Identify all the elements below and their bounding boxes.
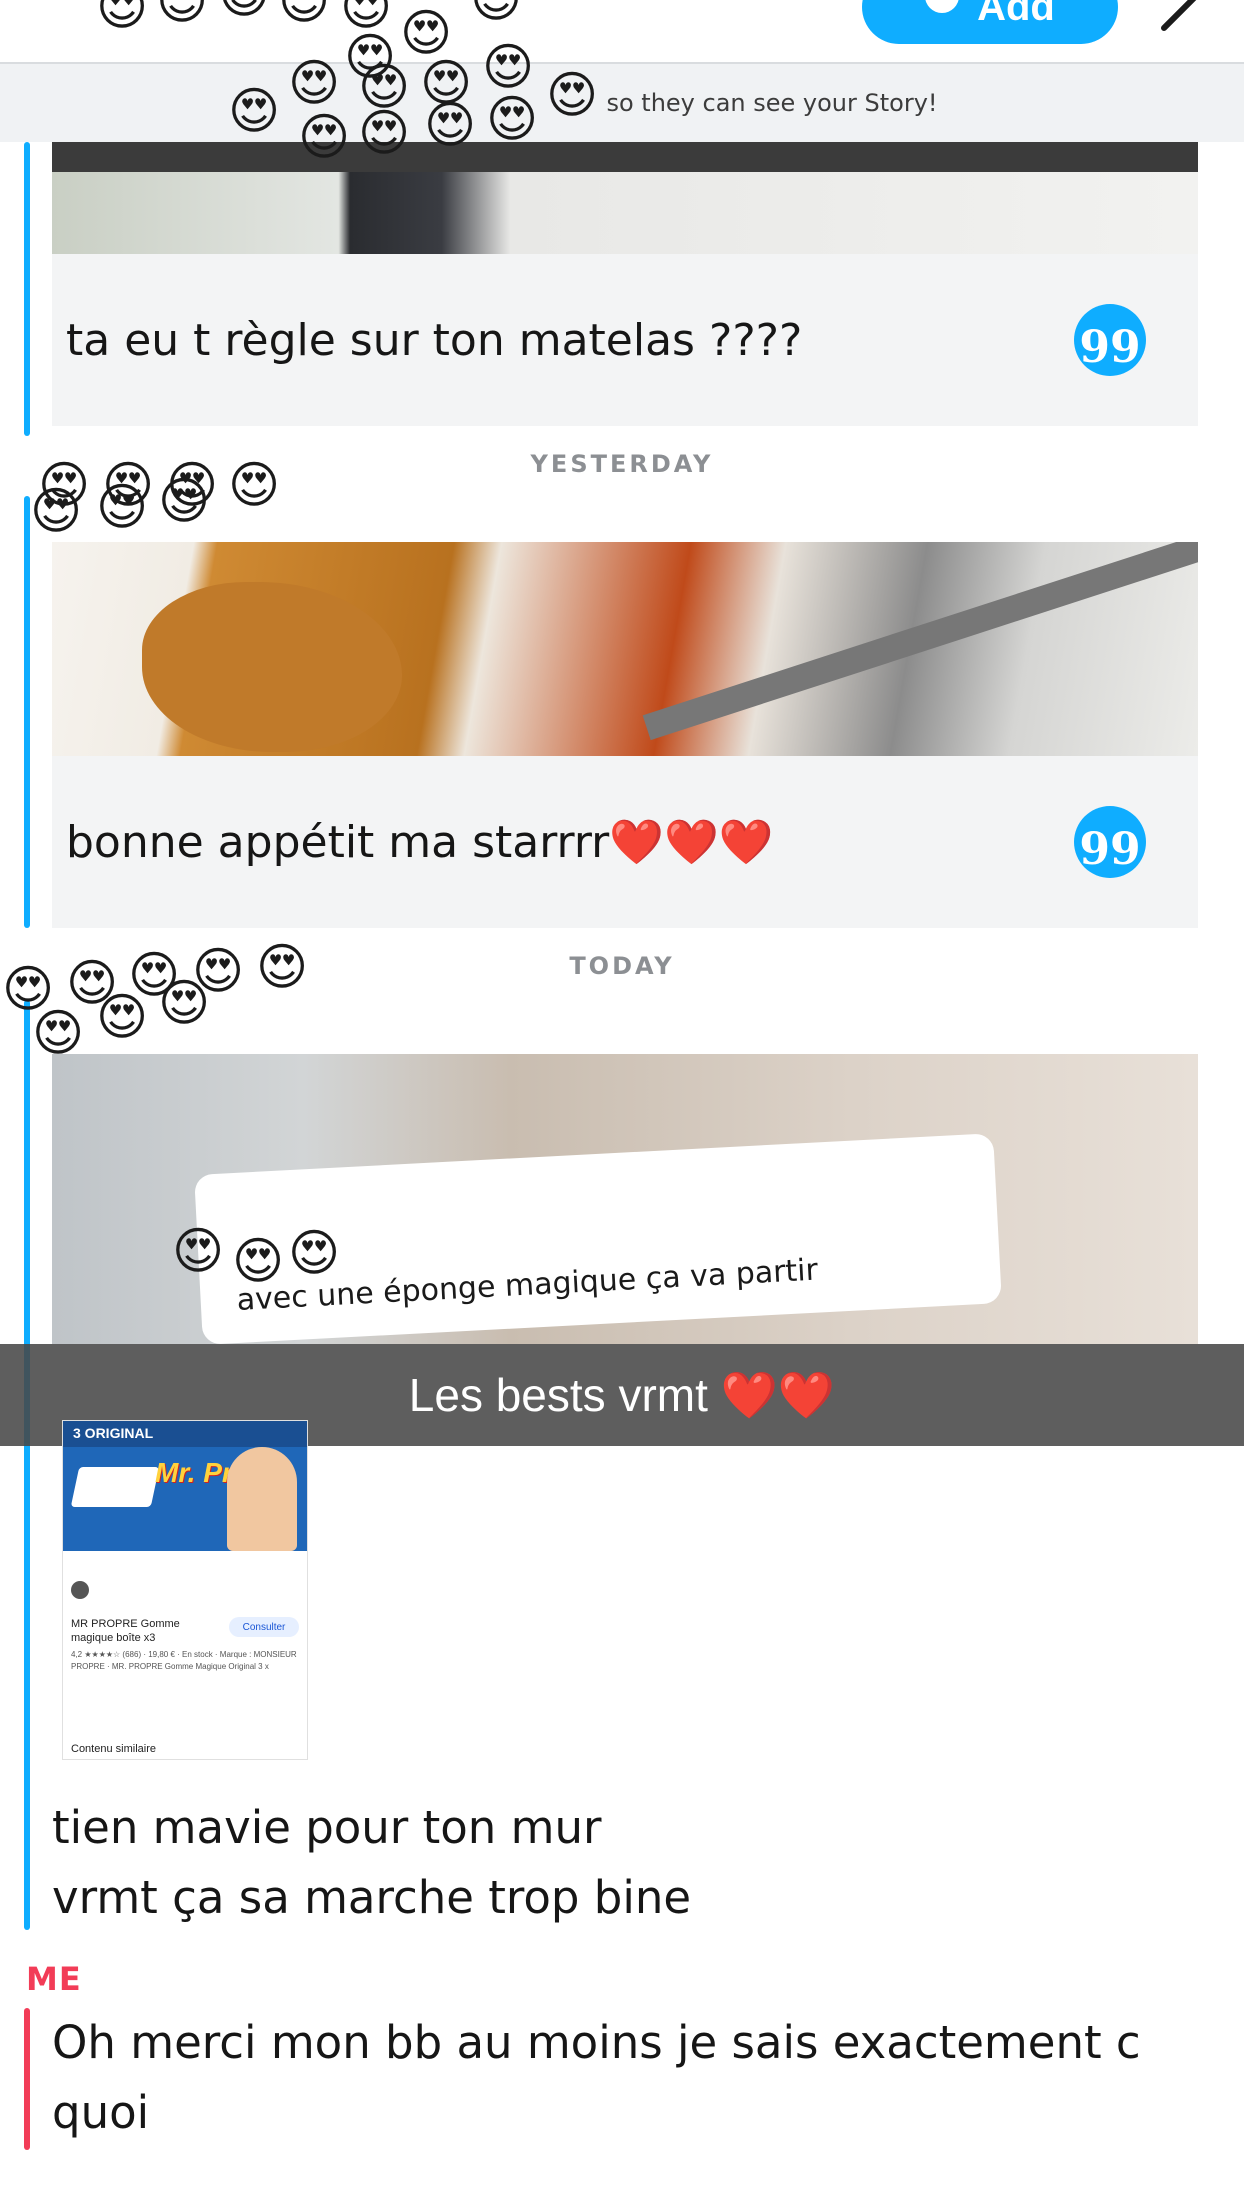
heart-eyes-emoji: 😍 [156,0,209,30]
message-line: Oh merci mon bb au moins je sais exactem… [52,2016,1141,2069]
similar-content-label: Contenu similaire [71,1743,156,1755]
heart-eyes-emoji: 😍 [32,1004,85,1062]
heart-eyes-emoji: 😍 [228,82,281,140]
sponge-shape [70,1467,160,1507]
heart-eyes-emoji: 😍 [288,54,341,112]
heart-eyes-emoji: 😍 [158,974,211,1032]
product-band-text: 3 ORIGINAL [63,1421,307,1447]
heart-eyes-emoji: 😍 [228,456,281,514]
mascot-figure [227,1447,297,1551]
message-line: quoi [52,2086,150,2139]
product-image: 3 ORIGINAL Mr. Propre [63,1421,307,1551]
heart-eyes-emoji: 😍 [172,1222,225,1280]
close-circle-icon [71,1581,89,1599]
emoji-sticker-cluster-yesterday: 😍 😍 😍 😍 😍 😍 😍 [0,460,300,560]
heart-eyes-emoji: 😍 [358,104,411,162]
heart-eyes-emoji: 😍 [158,472,211,530]
friend-thread-bar [24,142,30,436]
heart-eyes-emoji: 😍 [424,96,477,154]
product-title: MR PROPRE Gomme magique boîte x3 [71,1618,180,1644]
emoji-sticker-cluster-snap: 😍 😍 😍 [170,1226,350,1296]
chat-message-friend[interactable]: tien mavie pour ton mur vrmt ça sa march… [52,1793,691,1933]
emoji-sticker-cluster-today: 😍 😍 😍 😍 😍 😍 😍 😍 [0,942,330,1072]
heart-eyes-emoji: 😍 [288,1224,341,1282]
overlay-caption-text: Les bests vrmt ❤️❤️ [408,1368,836,1421]
quote-reply-icon[interactable]: 99 [1074,806,1146,878]
reply-message-2[interactable]: bonne appétit ma starrrr❤️❤️❤️ 99 [52,756,1198,928]
heart-eyes-emoji: 😍 [400,4,453,62]
heart-eyes-emoji: 😍 [218,0,270,20]
pencil-icon[interactable] [1158,0,1210,36]
heart-eyes-emoji: 😍 [96,0,149,36]
reply-text-1: ta eu t règle sur ton matelas ???? [66,314,803,366]
product-screenshot-card[interactable]: 3 ORIGINAL Mr. Propre MR PROPRE Gomme ma… [62,1420,308,1760]
friend-thread-bar [24,1000,30,1930]
heart-eyes-emoji: 😍 [482,38,535,96]
heart-eyes-emoji: 😍 [96,478,149,536]
product-meta: 4,2 ★★★★☆ (686) · 19,80 € · En stock · M… [71,1650,297,1671]
add-friend-button[interactable]: Add [862,0,1118,44]
reply-message-1[interactable]: ta eu t règle sur ton matelas ???? 99 [52,254,1198,426]
snap-thumbnail-3[interactable]: avec une éponge magique ça va partir [52,1054,1198,1344]
heart-eyes-emoji: 😍 [232,1232,285,1290]
heart-eyes-emoji: 😍 [30,482,83,540]
sender-label-me: ME [26,1960,82,1998]
message-line: tien mavie pour ton mur [52,1801,602,1854]
heart-eyes-emoji: 😍 [256,938,309,996]
consult-button: Consulter [229,1617,299,1637]
reply-text-2: bonne appétit ma starrrr❤️❤️❤️ [66,817,774,868]
quote-reply-icon[interactable]: 99 [1074,304,1146,376]
heart-eyes-emoji: 😍 [96,988,149,1046]
heart-eyes-emoji: 😍 [546,66,599,124]
emoji-sticker-cluster-top: 😍 😍 😍 😍 😍 😍 😍 😍 😍 😍 😍 😍 😍 😍 😍 😍 😍 😍 [0,0,640,170]
message-line: vrmt ça sa marche trop bine [52,1871,692,1924]
heart-eyes-emoji: 😍 [470,0,522,24]
me-thread-bar [24,2008,30,2150]
heart-eyes-emoji: 😍 [278,0,331,30]
add-button-label: Add [977,0,1055,29]
heart-eyes-emoji: 😍 [298,108,351,166]
add-person-icon [925,0,960,13]
chat-message-me[interactable]: Oh merci mon bb au moins je sais exactem… [52,2008,1141,2148]
heart-eyes-emoji: 😍 [486,90,539,148]
snap-thumbnail-2[interactable] [52,542,1198,756]
friend-thread-bar [24,496,30,928]
